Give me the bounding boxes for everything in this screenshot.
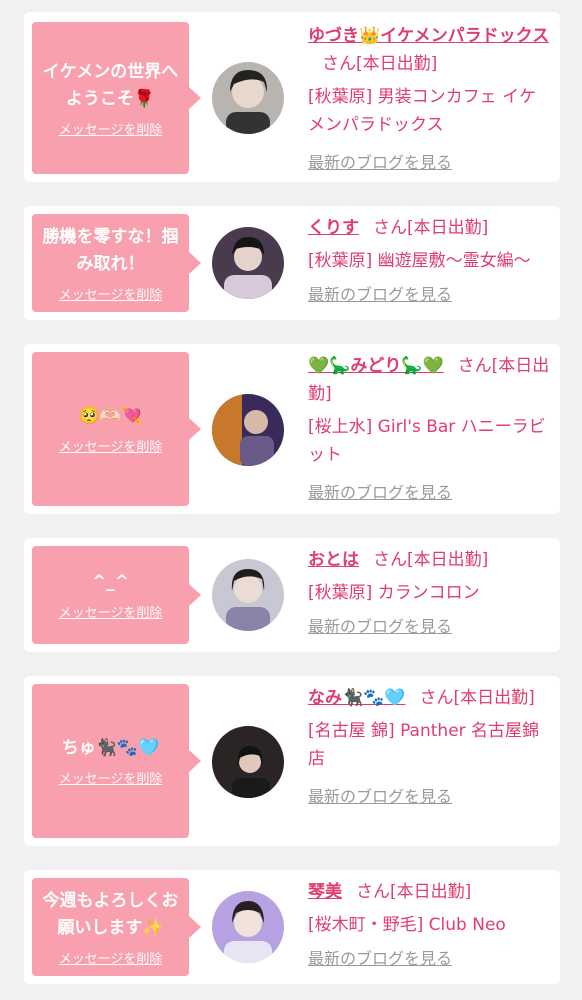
- avatar[interactable]: [212, 726, 284, 798]
- shop-name: [桜上水] Girl's Bar ハニーラビット: [308, 417, 546, 465]
- message-bubble: ^_^ メッセージを削除: [32, 546, 201, 644]
- cast-card: ^_^ メッセージを削除 おとは さん[本日出勤] [秋葉原] カランコロン 最新…: [24, 538, 560, 652]
- cast-name-link[interactable]: くりす: [308, 218, 359, 238]
- cast-info: 💚🦕みどり🦕💚 さん[本日出勤] [桜上水] Girl's Bar ハニーラビット…: [308, 352, 552, 507]
- cast-name-link[interactable]: ゆづき👑イケメンパラドックス: [308, 26, 549, 46]
- cast-name-link[interactable]: おとは: [308, 550, 359, 570]
- cast-name-link[interactable]: 琴美: [308, 882, 342, 902]
- message-bubble: イケメンの世界へようこそ🌹 メッセージを削除: [32, 22, 201, 174]
- avatar[interactable]: [212, 891, 284, 963]
- latest-blog-link[interactable]: 最新のブログを見る: [308, 479, 552, 507]
- message-text: 今週もよろしくお願いします✨: [42, 890, 179, 938]
- cast-info: くりす さん[本日出勤] [秋葉原] 幽遊屋敷〜霊女編〜 最新のブログを見る: [308, 214, 552, 309]
- avatar[interactable]: [212, 62, 284, 134]
- message-bubble: ちゅ🐈‍⬛🐾🩵 メッセージを削除: [32, 684, 201, 838]
- delete-message-link[interactable]: メッセージを削除: [59, 768, 163, 787]
- delete-message-link[interactable]: メッセージを削除: [59, 602, 163, 621]
- cast-info: ゆづき👑イケメンパラドックスさん[本日出勤] [秋葉原] 男装コンカフェ イケメ…: [308, 22, 552, 177]
- latest-blog-link[interactable]: 最新のブログを見る: [308, 783, 552, 811]
- latest-blog-link[interactable]: 最新のブログを見る: [308, 613, 552, 641]
- message-text: 勝機を零すな！掴み取れ！: [42, 226, 179, 274]
- latest-blog-link[interactable]: 最新のブログを見る: [308, 945, 552, 973]
- cast-name-link[interactable]: なみ🐈‍⬛🐾🩵: [308, 688, 406, 708]
- cast-card: イケメンの世界へようこそ🌹 メッセージを削除 ゆづき👑イケメンパラドックスさん[…: [24, 12, 560, 182]
- avatar[interactable]: [212, 559, 284, 631]
- cast-card: 今週もよろしくお願いします✨ メッセージを削除 琴美 さん[本日出勤] [桜木町・…: [24, 870, 560, 984]
- cast-info: おとは さん[本日出勤] [秋葉原] カランコロン 最新のブログを見る: [308, 546, 552, 641]
- message-text: 🥺🫶🏻💘: [78, 406, 143, 426]
- cast-status: さん[本日出勤]: [322, 54, 438, 74]
- message-bubble: 🥺🫶🏻💘 メッセージを削除: [32, 352, 201, 506]
- cast-status: さん[本日出勤]: [373, 218, 489, 238]
- avatar[interactable]: [212, 227, 284, 299]
- delete-message-link[interactable]: メッセージを削除: [59, 284, 163, 303]
- shop-name: [秋葉原] カランコロン: [308, 583, 480, 603]
- message-text: イケメンの世界へようこそ🌹: [42, 61, 179, 109]
- message-bubble: 勝機を零すな！掴み取れ！ メッセージを削除: [32, 214, 201, 312]
- message-bubble: 今週もよろしくお願いします✨ メッセージを削除: [32, 878, 201, 976]
- shop-name: [桜木町・野毛] Club Neo: [308, 915, 506, 935]
- cast-card: 🥺🫶🏻💘 メッセージを削除 💚🦕みどり🦕💚 さん[本日出勤] [桜上水] Girl…: [24, 344, 560, 514]
- cast-card: ちゅ🐈‍⬛🐾🩵 メッセージを削除 なみ🐈‍⬛🐾🩵 さん[本日出勤] [名古屋 錦]…: [24, 676, 560, 846]
- shop-name: [秋葉原] 男装コンカフェ イケメンパラドックス: [308, 87, 537, 135]
- shop-name: [秋葉原] 幽遊屋敷〜霊女編〜: [308, 251, 531, 271]
- cast-name-link[interactable]: 💚🦕みどり🦕💚: [308, 356, 444, 376]
- cast-info: なみ🐈‍⬛🐾🩵 さん[本日出勤] [名古屋 錦] Panther 名古屋錦店 最新…: [308, 684, 552, 811]
- shop-name: [名古屋 錦] Panther 名古屋錦店: [308, 721, 540, 769]
- message-text: ^_^: [92, 572, 129, 592]
- delete-message-link[interactable]: メッセージを削除: [59, 119, 163, 138]
- delete-message-link[interactable]: メッセージを削除: [59, 948, 163, 967]
- cast-card: 勝機を零すな！掴み取れ！ メッセージを削除 くりす さん[本日出勤] [秋葉原] …: [24, 206, 560, 320]
- avatar[interactable]: [212, 394, 284, 466]
- cast-status: さん[本日出勤]: [419, 688, 535, 708]
- cast-info: 琴美 さん[本日出勤] [桜木町・野毛] Club Neo 最新のブログを見る: [308, 878, 552, 973]
- message-text: ちゅ🐈‍⬛🐾🩵: [61, 738, 160, 758]
- latest-blog-link[interactable]: 最新のブログを見る: [308, 281, 552, 309]
- latest-blog-link[interactable]: 最新のブログを見る: [308, 149, 552, 177]
- cast-status: さん[本日出勤]: [356, 882, 472, 902]
- delete-message-link[interactable]: メッセージを削除: [59, 436, 163, 455]
- cast-status: さん[本日出勤]: [373, 550, 489, 570]
